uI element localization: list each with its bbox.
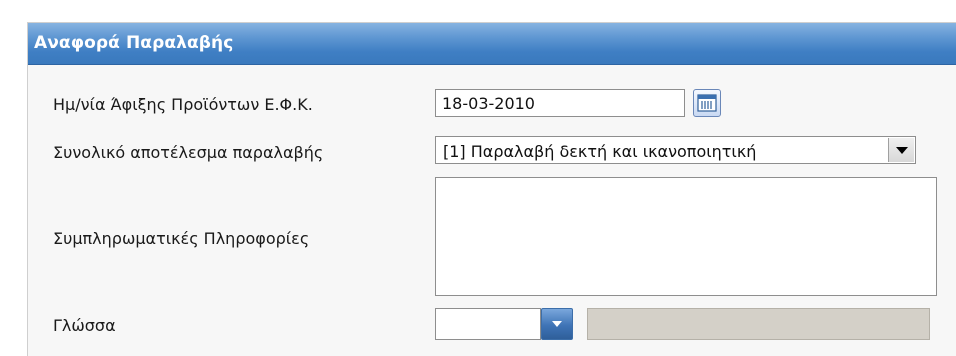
- additional-info-textarea[interactable]: [435, 177, 937, 296]
- arrival-date-input[interactable]: 18-03-2010: [435, 89, 685, 117]
- calendar-icon: [697, 94, 717, 112]
- calendar-button[interactable]: [693, 89, 721, 117]
- language-description-field: [587, 308, 930, 340]
- arrival-date-label: Ημ/νία Άφιξης Προϊόντων Ε.Φ.Κ.: [53, 95, 313, 114]
- language-label: Γλώσσα: [53, 316, 116, 335]
- language-dropdown-button[interactable]: [541, 308, 573, 340]
- window: Αναφορά Παραλαβής Ημ/νία Άφιξης Προϊόντω…: [0, 0, 956, 356]
- section-title: Αναφορά Παραλαβής: [34, 33, 234, 53]
- chevron-down-icon[interactable]: [888, 138, 914, 162]
- language-code-input[interactable]: [435, 308, 541, 340]
- additional-info-label: Συμπληρωματικές Πληροφορίες: [53, 229, 310, 248]
- overall-result-label: Συνολικό αποτέλεσμα παραλαβής: [53, 143, 324, 162]
- overall-result-selected: [1] Παραλαβή δεκτή και ικανοποιητική: [443, 142, 757, 161]
- overall-result-select[interactable]: [1] Παραλαβή δεκτή και ικανοποιητική: [435, 136, 916, 164]
- section-header: Αναφορά Παραλαβής: [28, 23, 956, 65]
